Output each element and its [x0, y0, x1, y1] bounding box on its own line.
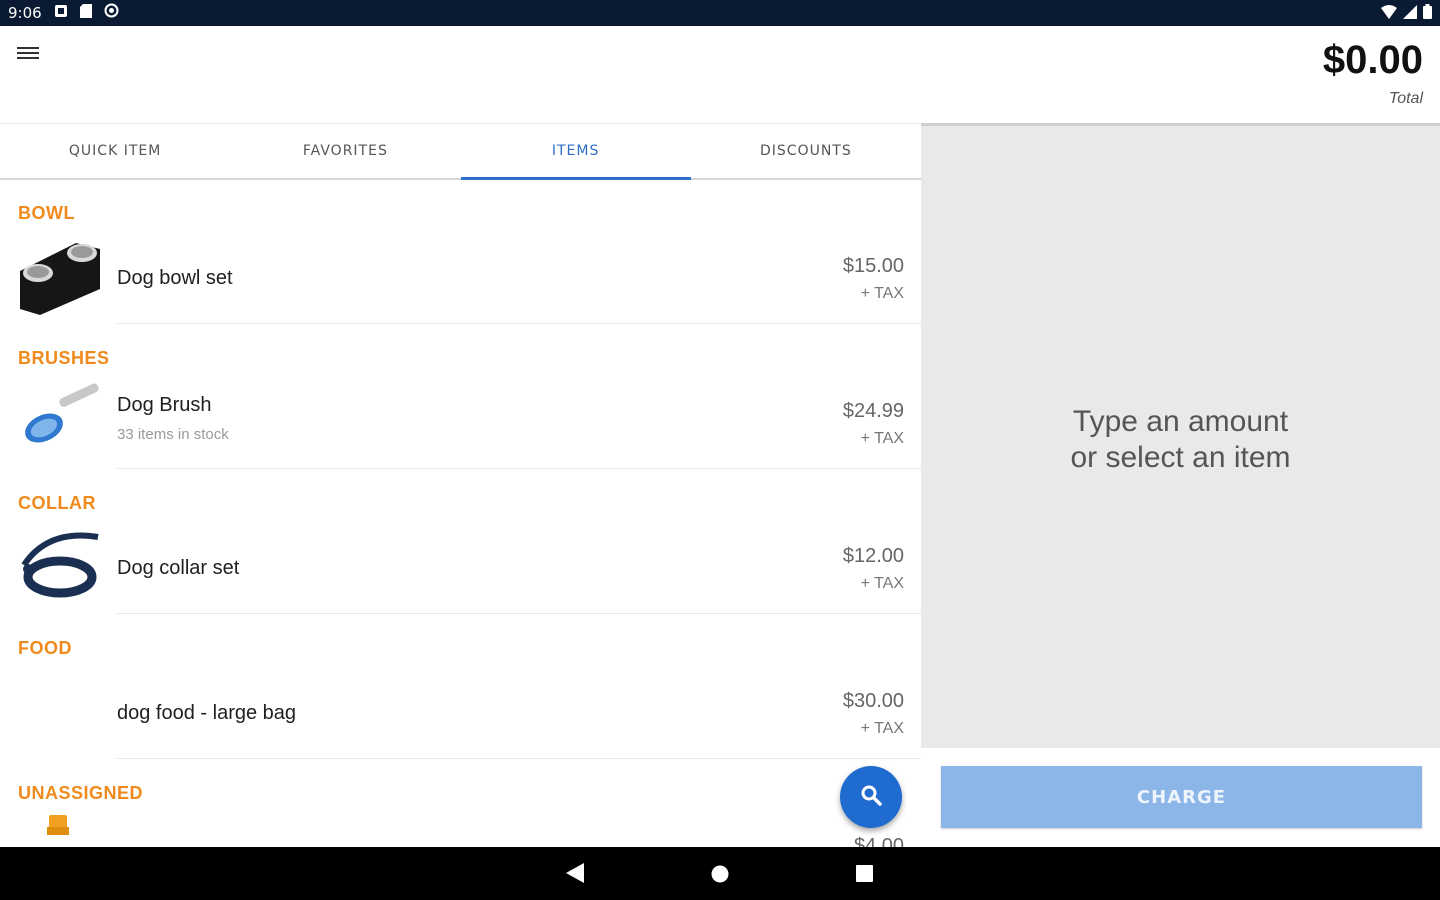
category-section-unassigned: UNASSIGNED $4.00 [0, 759, 921, 847]
tab-discounts[interactable]: DISCOUNTS [691, 124, 921, 178]
category-section-brushes: BRUSHES Dog Brush 33 items in stock $24.… [0, 324, 921, 469]
category-section-food: FOOD dog food - large bag $30.00 + TAX [0, 614, 921, 759]
category-title: BRUSHES [18, 348, 110, 368]
total-amount: $0.00 [1322, 38, 1423, 82]
notification-icon [54, 4, 68, 23]
category-section-collar: COLLAR Dog collar set $12.00 + TAX [0, 469, 921, 614]
item-tax-label: + TAX [860, 285, 904, 302]
item-tax-label: + TAX [860, 430, 904, 447]
item-list[interactable]: BOWL Dog bowl set $15.00 + TAX BRUSHES D… [0, 179, 921, 847]
item-thumbnail [18, 235, 100, 317]
item-thumbnail [18, 380, 100, 462]
item-name: Dog Brush [117, 394, 212, 416]
list-item[interactable]: $4.00 [0, 809, 921, 847]
item-thumbnail [18, 815, 100, 847]
item-tax-label: + TAX [860, 575, 904, 592]
search-icon [860, 784, 882, 811]
app-bar: $0.00 Total [0, 26, 1440, 123]
item-tax-label: + TAX [860, 720, 904, 737]
category-title: FOOD [18, 638, 72, 658]
empty-cart-hint-line2: or select an item [1070, 441, 1291, 474]
empty-cart-hint: Type an amount or select an item [921, 404, 1440, 476]
item-thumbnail [18, 525, 100, 607]
item-stock: 33 items in stock [117, 426, 229, 443]
tab-items[interactable]: ITEMS [460, 124, 692, 180]
list-item[interactable]: Dog collar set $12.00 + TAX [0, 519, 921, 614]
list-item[interactable]: Dog bowl set $15.00 + TAX [0, 229, 921, 324]
item-price: $15.00 [842, 255, 904, 277]
recents-icon[interactable] [856, 865, 873, 887]
item-price: $4.00 [853, 835, 904, 847]
item-name: Dog bowl set [117, 267, 233, 289]
sync-icon [104, 3, 119, 23]
list-item[interactable]: Dog Brush 33 items in stock $24.99 + TAX [0, 374, 921, 469]
status-bar: 9:06 [0, 0, 1440, 26]
empty-cart-hint-line1: Type an amount [1072, 405, 1289, 438]
tab-quick-item[interactable]: QUICK ITEM [0, 124, 230, 178]
status-time: 9:06 [8, 4, 42, 22]
library-tabs: QUICK ITEM FAVORITES ITEMS DISCOUNTS [0, 123, 921, 180]
charge-button[interactable]: CHARGE [941, 766, 1422, 828]
item-price: $24.99 [842, 400, 904, 422]
item-name: dog food - large bag [117, 702, 297, 724]
item-name: Dog collar set [117, 557, 240, 579]
battery-icon [1423, 4, 1432, 24]
sd-card-icon [79, 3, 92, 23]
search-button[interactable] [840, 766, 902, 828]
tab-favorites[interactable]: FAVORITES [230, 124, 460, 178]
total-label: Total [1388, 90, 1423, 107]
category-title: UNASSIGNED [18, 783, 144, 803]
category-title: BOWL [18, 203, 75, 223]
hamburger-menu-icon[interactable] [17, 44, 39, 62]
charge-area: CHARGE [921, 748, 1440, 847]
home-icon[interactable] [711, 865, 729, 888]
back-icon[interactable] [566, 863, 584, 888]
cart-panel: Type an amount or select an item [921, 123, 1440, 751]
category-title: COLLAR [18, 493, 96, 513]
category-section-bowl: BOWL Dog bowl set $15.00 + TAX [0, 179, 921, 324]
system-navigation-bar [0, 847, 1440, 900]
wifi-icon [1381, 4, 1397, 24]
list-item[interactable]: dog food - large bag $30.00 + TAX [0, 664, 921, 759]
item-price: $12.00 [842, 545, 904, 567]
cell-signal-icon [1403, 4, 1417, 24]
item-price: $30.00 [842, 690, 904, 712]
